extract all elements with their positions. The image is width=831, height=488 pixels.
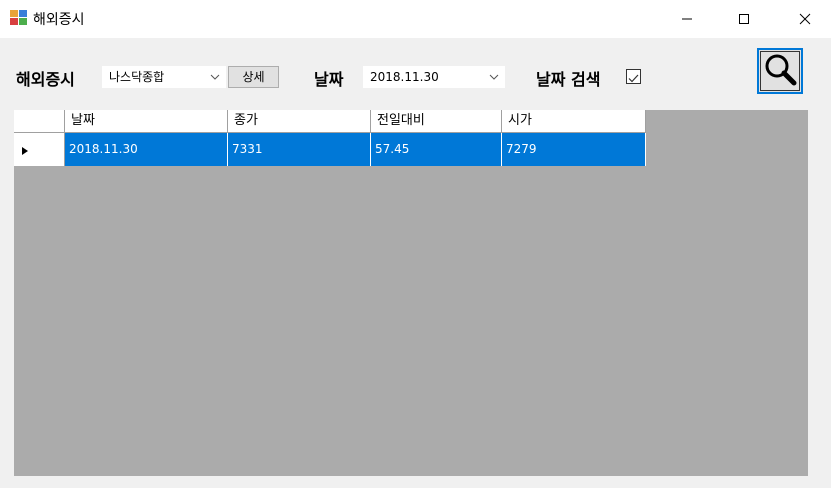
market-select[interactable]: 나스닥종합 [102,66,226,88]
search-button-face [760,51,800,91]
current-row-icon [22,140,28,159]
date-search-checkbox[interactable] [626,69,641,84]
date-label: 날짜 [314,70,344,89]
close-icon [799,13,811,25]
chevron-down-icon [209,67,221,87]
app-window-icon [10,10,28,26]
minimize-icon [681,13,693,25]
minimize-button[interactable] [664,0,710,38]
cell-close[interactable]: 7331 [228,133,371,166]
market-select-value: 나스닥종합 [109,70,165,84]
magnifier-icon [763,52,797,90]
column-header-change[interactable]: 전일대비 [371,110,502,133]
market-label: 해외증시 [16,70,75,89]
main-window: 해외증시 해외증시 나스닥종합 상세 날짜 2018.11.30 날짜 검색 날… [0,0,831,488]
close-button[interactable] [782,0,828,38]
column-header-date[interactable]: 날짜 [65,110,228,133]
title-bar: 해외증시 [0,0,831,38]
window-title: 해외증시 [33,12,85,28]
chevron-down-icon [488,67,500,87]
column-header-close[interactable]: 종가 [228,110,371,133]
detail-button[interactable]: 상세 [228,66,279,88]
cell-date[interactable]: 2018.11.30 [65,133,228,166]
search-button[interactable] [757,48,803,94]
date-search-label: 날짜 검색 [536,70,601,89]
column-header-open[interactable]: 시가 [502,110,646,133]
row-header-corner [14,110,65,133]
checkmark-icon [627,70,640,89]
date-picker-value: 2018.11.30 [370,70,439,84]
cell-change[interactable]: 57.45 [371,133,502,166]
data-grid[interactable]: 날짜 종가 전일대비 시가 2018.11.30 7331 57.45 7279 [14,110,808,476]
client-area: 해외증시 나스닥종합 상세 날짜 2018.11.30 날짜 검색 날짜 종가 … [0,38,831,488]
maximize-button[interactable] [721,0,767,38]
maximize-icon [738,13,750,25]
row-header[interactable] [14,133,65,166]
cell-open[interactable]: 7279 [502,133,646,166]
grid-header-row: 날짜 종가 전일대비 시가 [14,110,646,133]
table-row[interactable]: 2018.11.30 7331 57.45 7279 [14,133,646,166]
date-picker[interactable]: 2018.11.30 [363,66,505,88]
